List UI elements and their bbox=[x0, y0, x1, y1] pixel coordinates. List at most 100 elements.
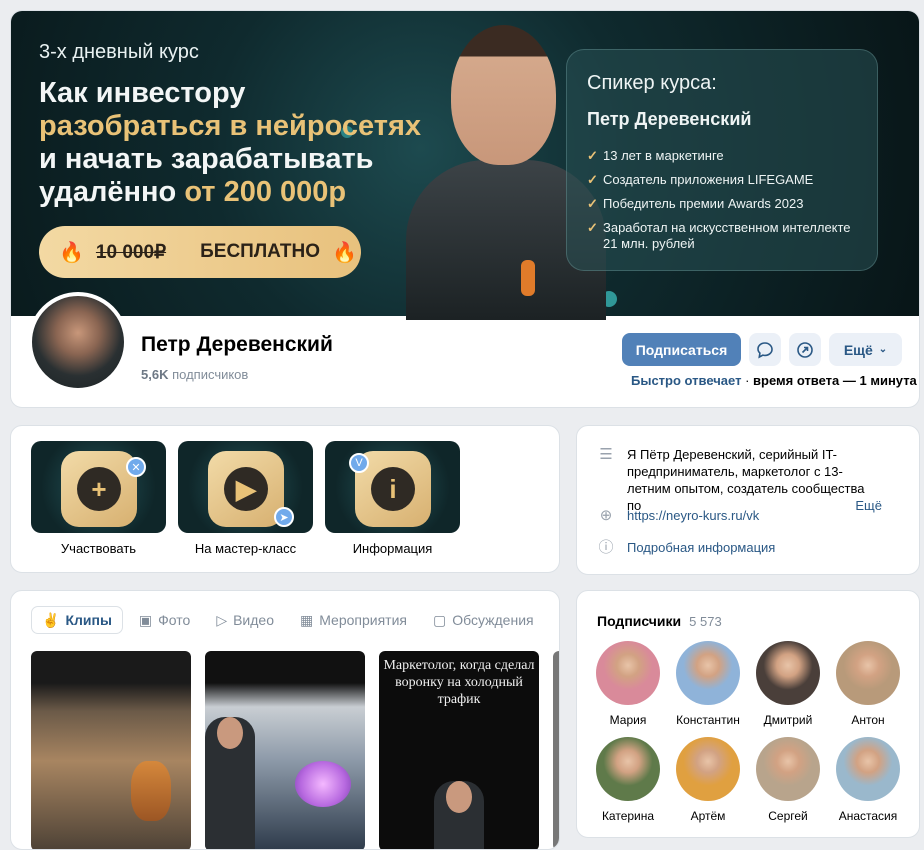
clips-icon: ✌ bbox=[42, 611, 60, 628]
play-icon: ▶ bbox=[224, 467, 268, 511]
avatar bbox=[596, 737, 660, 801]
tab-events[interactable]: ▦ Мероприятия bbox=[290, 606, 417, 634]
speaker-label: Спикер курса: bbox=[587, 72, 717, 94]
clip-face bbox=[217, 717, 243, 749]
tab-discussions[interactable]: ▢ Обсуждения bbox=[423, 606, 544, 634]
subscriber-name: Дмитрий bbox=[763, 713, 813, 727]
app-tile: ▶ bbox=[208, 451, 284, 527]
tab-label: Клипы bbox=[65, 612, 112, 628]
clip-tiger bbox=[131, 761, 171, 821]
subscriber-item[interactable]: Анастасия bbox=[828, 737, 908, 823]
subscriber-name: Мария bbox=[609, 713, 647, 727]
subscriber-item[interactable]: Сергей bbox=[748, 737, 828, 823]
info-icon: i bbox=[371, 467, 415, 511]
price-new: БЕСПЛАТНО bbox=[200, 241, 321, 262]
about-description: Я Пётр Деревенский, серийный IT-предприн… bbox=[627, 446, 882, 514]
app-info[interactable]: i V bbox=[325, 441, 460, 533]
app-tile: + bbox=[61, 451, 137, 527]
community-header: 3-х дневный курс Как инвестору разобрать… bbox=[10, 10, 920, 408]
speaker-point: 13 лет в маркетинге bbox=[587, 148, 857, 164]
share-button[interactable] bbox=[789, 333, 821, 366]
share-icon bbox=[797, 341, 813, 358]
subscribers-header[interactable]: Подписчики 5 573 bbox=[597, 613, 722, 629]
tab-clips[interactable]: ✌ Клипы bbox=[31, 606, 123, 634]
subscriber-item[interactable]: Дмитрий bbox=[748, 641, 828, 727]
avatar bbox=[676, 641, 740, 705]
cover-image[interactable]: 3-х дневный курс Как инвестору разобрать… bbox=[11, 11, 919, 320]
fire-icon: 🔥 bbox=[59, 241, 84, 264]
cover-title-text: удалённо bbox=[39, 176, 177, 208]
tab-photo[interactable]: ▣ Фото bbox=[129, 606, 200, 634]
about-description-text: Я Пётр Деревенский, серийный IT-предприн… bbox=[627, 447, 865, 513]
app-label[interactable]: Информация bbox=[325, 541, 460, 556]
clip-thumbnail[interactable] bbox=[205, 651, 365, 849]
subscriber-name: Антон bbox=[851, 713, 885, 727]
cover-kicker: 3-х дневный курс bbox=[39, 41, 199, 63]
clip-thumbnail[interactable]: Маркетолог, когда сделал воронку на холо… bbox=[379, 651, 539, 849]
avatar bbox=[836, 641, 900, 705]
cover-title-line: разобраться в нейросетях bbox=[39, 110, 422, 142]
cover-title-line: и начать зарабатывать bbox=[39, 143, 374, 175]
speaker-points: 13 лет в маркетинге Создатель приложения… bbox=[587, 148, 857, 252]
reply-info: Быстро отвечает · время ответа — 1 минут… bbox=[631, 373, 917, 388]
details-link[interactable]: Подробная информация bbox=[627, 539, 775, 556]
subscriber-item[interactable]: Катерина bbox=[588, 737, 668, 823]
app-masterclass[interactable]: ▶ ➤ bbox=[178, 441, 313, 533]
avatar bbox=[756, 737, 820, 801]
avatar bbox=[596, 641, 660, 705]
speaker-core bbox=[521, 260, 535, 296]
plus-icon: + bbox=[77, 467, 121, 511]
apps-widget: + ✕ Участвовать ▶ ➤ На мастер-класс i V … bbox=[10, 425, 560, 573]
avatar[interactable] bbox=[28, 292, 128, 392]
message-button[interactable] bbox=[749, 333, 781, 366]
subscribers-title: Подписчики bbox=[597, 613, 682, 629]
subscriber-name: Сергей bbox=[768, 809, 808, 823]
speaker-point: Заработал на искусственном интеллекте 21… bbox=[587, 220, 857, 252]
subscribers-total: 5 573 bbox=[689, 614, 722, 629]
app-participate[interactable]: + ✕ bbox=[31, 441, 166, 533]
tab-video[interactable]: ▷ Видео bbox=[206, 606, 284, 634]
subscriber-item[interactable]: Мария bbox=[588, 641, 668, 727]
more-button[interactable]: Ещё ⌄ bbox=[829, 333, 902, 366]
subscriber-name: Катерина bbox=[601, 809, 655, 823]
subscriber-item[interactable]: Антон bbox=[828, 641, 908, 727]
clip-thumbnail[interactable] bbox=[31, 651, 191, 849]
reply-time: время ответа — 1 минута bbox=[753, 373, 917, 388]
app-label[interactable]: Участвовать bbox=[31, 541, 166, 556]
subscribers-label: подписчиков bbox=[172, 367, 249, 382]
subscriber-name: Артём bbox=[690, 809, 726, 823]
about-widget: ☰ Я Пётр Деревенский, серийный IT-предпр… bbox=[576, 425, 920, 575]
page-title: Петр Деревенский bbox=[141, 333, 333, 356]
avatar bbox=[676, 737, 740, 801]
cover-title: Как инвестору разобраться в нейросетях и… bbox=[39, 77, 459, 209]
clip-thumbnail[interactable] bbox=[553, 651, 559, 849]
about-link-row: ⊕ https://neyro-kurs.ru/vk bbox=[597, 507, 760, 524]
cover-title-accent: от 200 000р bbox=[184, 176, 347, 208]
tab-label: Мероприятия bbox=[319, 612, 407, 628]
subscriber-item[interactable]: Артём bbox=[668, 737, 748, 823]
reply-fast: Быстро отвечает bbox=[631, 373, 742, 388]
subscriber-item[interactable]: Константин bbox=[668, 641, 748, 727]
app-label[interactable]: На мастер-класс bbox=[178, 541, 313, 556]
chevron-down-icon: ⌄ bbox=[878, 344, 888, 355]
cover-title-line: удалённо от 200 000р bbox=[39, 176, 459, 209]
about-more-link[interactable]: Ещё bbox=[835, 497, 882, 514]
video-icon: ▷ bbox=[216, 611, 228, 628]
send-icon: ➤ bbox=[274, 507, 294, 527]
price-pill: 🔥 10 000₽ БЕСПЛАТНО 🔥 bbox=[39, 226, 361, 278]
verified-icon: V bbox=[349, 453, 369, 473]
message-icon bbox=[757, 341, 773, 358]
speaker-head bbox=[451, 25, 556, 165]
cover-title-line: Как инвестору bbox=[39, 77, 246, 109]
content-widget: ✌ Клипы ▣ Фото ▷ Видео ▦ Мероприятия ▢ Обсужд… bbox=[10, 590, 560, 850]
price-old: 10 000₽ bbox=[95, 241, 167, 263]
website-link[interactable]: https://neyro-kurs.ru/vk bbox=[627, 507, 759, 524]
subscribers-count[interactable]: 5,6K подписчиков bbox=[141, 367, 248, 382]
discussion-icon: ▢ bbox=[433, 611, 447, 628]
speaker-point: Победитель премии Awards 2023 bbox=[587, 196, 857, 212]
speaker-name: Петр Деревенский bbox=[587, 109, 752, 129]
text-lines-icon: ☰ bbox=[599, 446, 613, 463]
about-details-row: ⓘ Подробная информация bbox=[597, 539, 775, 556]
subscribe-button[interactable]: Подписаться bbox=[622, 333, 741, 366]
more-label: Ещё bbox=[843, 341, 873, 358]
